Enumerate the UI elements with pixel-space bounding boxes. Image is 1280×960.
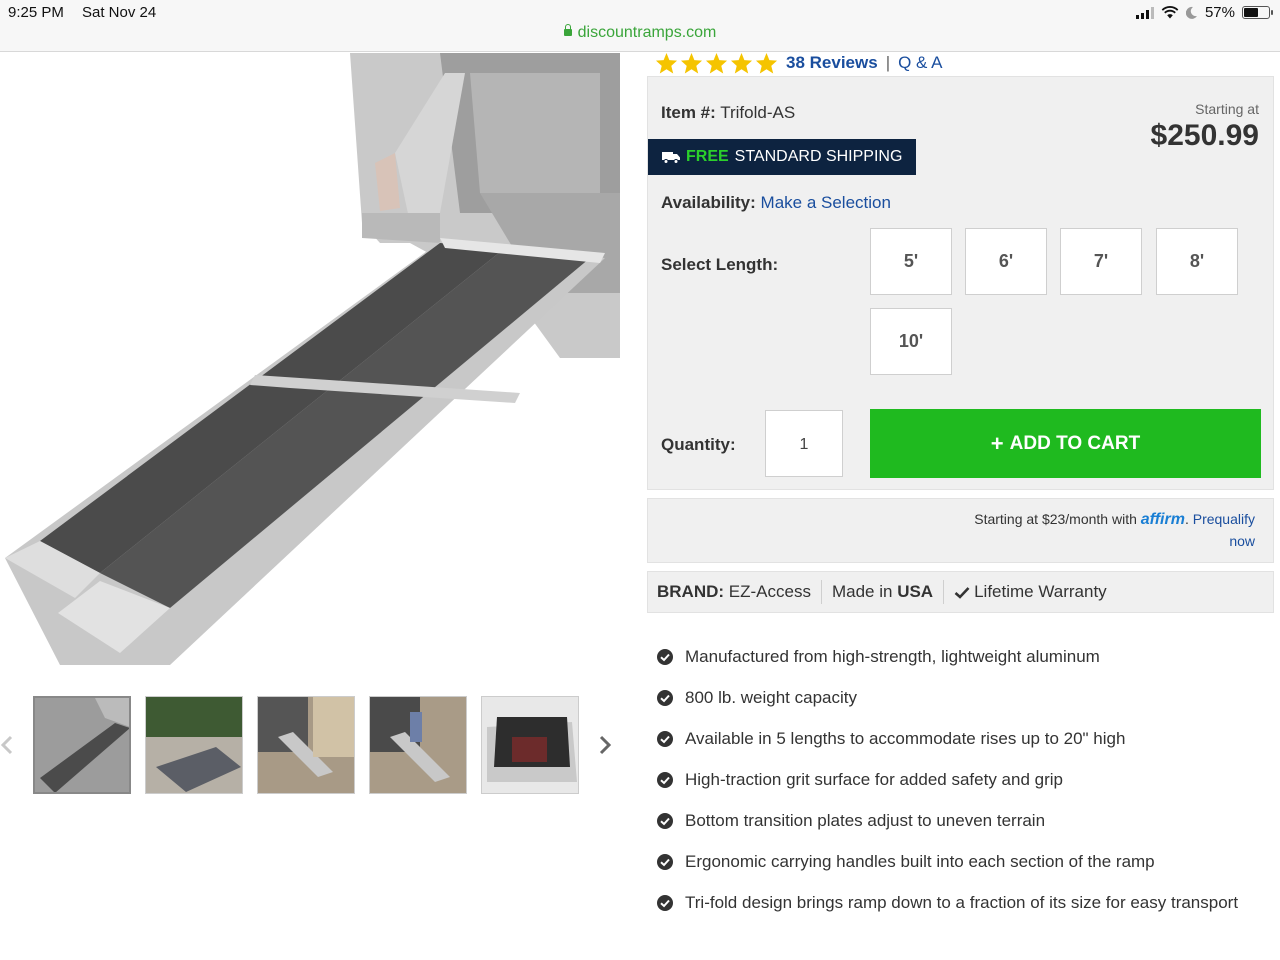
feature-text: Bottom transition plates adjust to uneve… <box>685 811 1046 830</box>
financing-panel: Starting at $23/month with affirm. Prequ… <box>647 498 1274 563</box>
feature-text: Available in 5 lengths to accommodate ri… <box>685 729 1126 748</box>
product-price: $250.99 <box>1150 119 1259 152</box>
feature-item: Tri-fold design brings ramp down to a fr… <box>657 890 1257 915</box>
status-time: 9:25 PM <box>8 4 64 21</box>
check-circle-icon <box>657 772 673 788</box>
financing-description: Starting at $23/month with <box>974 511 1137 527</box>
signal-icon <box>1135 6 1154 19</box>
made-in-value: USA <box>897 582 934 601</box>
prequalify-link-continued[interactable]: now <box>1229 533 1255 549</box>
star-icon <box>705 52 728 74</box>
battery-percent: 57% <box>1204 4 1235 21</box>
feature-text: Tri-fold design brings ramp down to a fr… <box>685 893 1239 912</box>
lock-icon <box>563 24 572 36</box>
divider: | <box>885 53 891 72</box>
thumbnail-3[interactable] <box>257 696 355 794</box>
prequalify-link[interactable]: Prequalify <box>1193 511 1255 527</box>
brand-info-bar: BRAND: EZ-Access Made in USA Lifetime Wa… <box>647 571 1274 613</box>
moon-icon <box>1185 6 1197 19</box>
availability-value: Make a Selection <box>760 193 891 212</box>
availability-label: Availability: <box>661 193 756 212</box>
feature-text: Ergonomic carrying handles built into ea… <box>685 852 1155 871</box>
divider <box>820 580 822 604</box>
brand-value: EZ-Access <box>728 582 811 601</box>
select-length-label: Select Length: <box>661 255 779 274</box>
item-number-label: Item #: <box>661 103 716 122</box>
truck-icon <box>662 151 680 164</box>
check-circle-icon <box>657 731 673 747</box>
wifi-icon <box>1161 6 1179 19</box>
status-date: Sat Nov 24 <box>82 4 157 21</box>
made-in-label: Made in <box>831 582 893 601</box>
browser-status-bar: 9:25 PM Sat Nov 24 57% discountramps.com <box>0 0 1280 52</box>
product-main-image[interactable] <box>0 53 620 665</box>
feature-text: High-traction grit surface for added saf… <box>685 770 1063 789</box>
check-circle-icon <box>657 813 673 829</box>
feature-text: 800 lb. weight capacity <box>685 688 857 707</box>
divider <box>943 580 945 604</box>
feature-text: Manufactured from high-strength, lightwe… <box>685 647 1100 666</box>
add-to-cart-button[interactable]: + ADD TO CART <box>870 409 1261 478</box>
battery-icon <box>1242 6 1273 19</box>
feature-item: Ergonomic carrying handles built into ea… <box>657 849 1257 874</box>
feature-item: Bottom transition plates adjust to uneve… <box>657 808 1257 833</box>
rating-row: 38 Reviews | Q & A <box>655 50 943 76</box>
quantity-label: Quantity: <box>661 435 736 454</box>
add-to-cart-label: ADD TO CART <box>1009 432 1141 454</box>
item-number-value: Trifold-AS <box>720 103 796 122</box>
length-option-10[interactable]: 10' <box>870 308 952 375</box>
thumbnail-2[interactable] <box>145 696 243 794</box>
length-option-6[interactable]: 6' <box>965 228 1047 295</box>
star-icon <box>755 52 778 74</box>
item-number: Item #: Trifold-AS <box>661 103 795 123</box>
financing-text: Starting at $23/month with affirm. Prequ… <box>974 511 1255 528</box>
length-option-8[interactable]: 8' <box>1156 228 1238 295</box>
shipping-text: STANDARD SHIPPING <box>734 148 903 165</box>
address-bar[interactable]: discountramps.com <box>0 24 1280 42</box>
feature-list: Manufactured from high-strength, lightwe… <box>657 644 1257 931</box>
check-circle-icon <box>657 649 673 665</box>
qa-link[interactable]: Q & A <box>898 53 942 73</box>
star-icon <box>655 52 678 74</box>
purchase-panel: Item #: Trifold-AS Starting at $250.99 F… <box>647 76 1274 490</box>
thumbnail-1[interactable] <box>33 696 131 794</box>
availability: Availability: Make a Selection <box>661 193 891 213</box>
starting-at-label: Starting at <box>1195 101 1259 117</box>
feature-item: Available in 5 lengths to accommodate ri… <box>657 726 1257 751</box>
url-text: discountramps.com <box>577 24 717 41</box>
feature-item: Manufactured from high-strength, lightwe… <box>657 644 1257 669</box>
star-icon <box>730 52 753 74</box>
status-indicators: 57% <box>1135 4 1273 21</box>
check-circle-icon <box>657 690 673 706</box>
length-option-7[interactable]: 7' <box>1060 228 1142 295</box>
feature-item: High-traction grit surface for added saf… <box>657 767 1257 792</box>
warranty-text: Lifetime Warranty <box>974 582 1107 601</box>
check-circle-icon <box>657 854 673 870</box>
quantity-input[interactable]: 1 <box>765 410 843 477</box>
affirm-logo: affirm <box>1140 511 1185 528</box>
star-rating <box>655 52 778 74</box>
checkmark-icon <box>954 586 970 599</box>
thumbnail-5[interactable] <box>481 696 579 794</box>
thumbnail-strip <box>0 690 620 800</box>
thumbnail-4[interactable] <box>369 696 467 794</box>
chevron-left-icon[interactable] <box>0 734 14 756</box>
reviews-link[interactable]: 38 Reviews <box>786 53 878 73</box>
brand-label: BRAND: <box>657 582 725 601</box>
shipping-free-text: FREE <box>686 148 729 165</box>
length-option-5[interactable]: 5' <box>870 228 952 295</box>
plus-icon: + <box>990 430 1004 456</box>
check-circle-icon <box>657 895 673 911</box>
star-icon <box>680 52 703 74</box>
free-shipping-badge: FREE STANDARD SHIPPING <box>648 139 916 175</box>
feature-item: 800 lb. weight capacity <box>657 685 1257 710</box>
chevron-right-icon[interactable] <box>598 734 612 756</box>
